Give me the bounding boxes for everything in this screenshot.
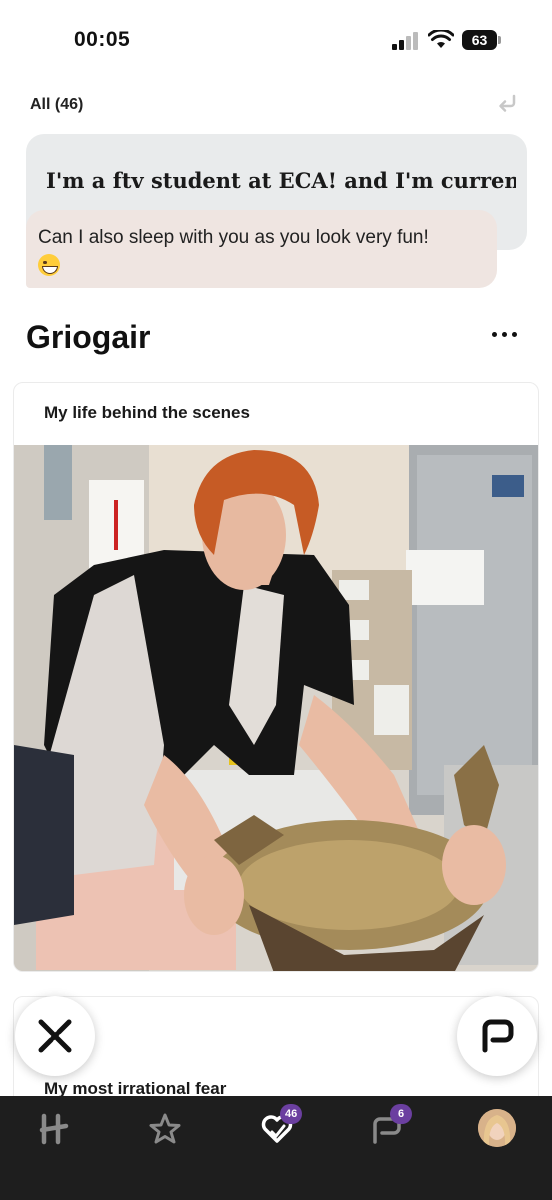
prompt-card: My life behind the scenes	[13, 382, 539, 972]
tab-likes-you[interactable]: 46	[258, 1104, 303, 1150]
grinning-sweat-emoji-icon	[38, 253, 60, 276]
incoming-message-bubble: Can I also sleep with you as you look ve…	[26, 210, 497, 288]
chat-bubble-icon	[482, 1019, 514, 1053]
filter-row: All (46)	[30, 94, 520, 118]
close-icon	[38, 1019, 72, 1053]
skip-button[interactable]	[15, 996, 95, 1076]
filter-dropdown[interactable]: All (46)	[30, 94, 520, 116]
tab-discover[interactable]	[36, 1110, 76, 1150]
tab-matches[interactable]: 6	[368, 1104, 412, 1150]
wifi-icon	[428, 30, 454, 48]
more-options-icon[interactable]	[492, 330, 518, 340]
bottom-tab-bar: 46 6	[0, 1096, 552, 1200]
messages-count-badge: 6	[390, 1104, 412, 1124]
profile-photo[interactable]	[14, 445, 538, 971]
status-time: 00:05	[74, 28, 131, 51]
hinge-logo-icon	[39, 1113, 69, 1145]
quoted-prompt-text: I'm a ftv student at ECA! and I'm curren…	[46, 168, 516, 193]
comment-button[interactable]	[457, 996, 537, 1076]
avatar-image	[478, 1109, 516, 1147]
undo-icon[interactable]	[496, 92, 518, 114]
photo-illustration	[14, 445, 538, 971]
message-text: Can I also sleep with you as you look ve…	[38, 227, 429, 248]
battery-icon: 63	[462, 30, 502, 50]
cellular-signal-icon	[392, 32, 418, 50]
profile-avatar[interactable]	[478, 1109, 516, 1147]
likes-count-badge: 46	[280, 1104, 303, 1124]
profile-name: Griogair	[26, 319, 151, 355]
status-bar: 00:05 63	[0, 0, 552, 84]
prompt-card-title: My life behind the scenes	[44, 403, 250, 422]
battery-level: 63	[462, 30, 497, 50]
tab-standouts[interactable]	[146, 1110, 186, 1150]
star-icon	[149, 1113, 181, 1144]
